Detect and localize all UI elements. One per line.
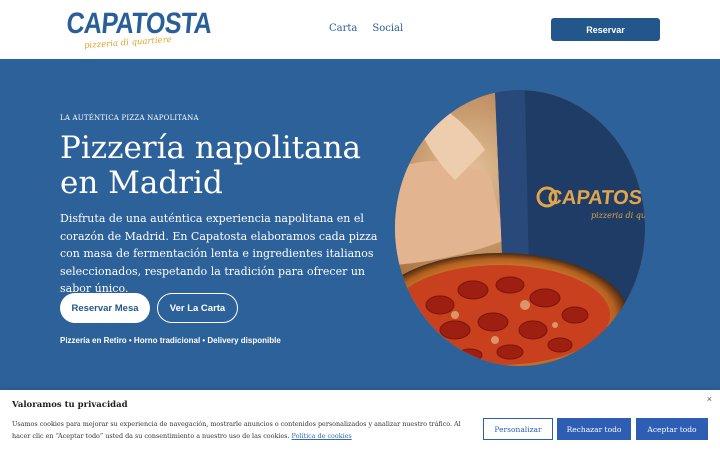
site-header: CAPATOSTA pizzeria di quartiere Carta So… [0, 0, 720, 59]
hero-features: Pizzería en Retiro • Horno tradicional •… [60, 336, 281, 345]
cookie-banner-title: Valoramos tu privacidad [12, 400, 128, 410]
hero-title: Pizzería napolitana en Madrid [60, 130, 362, 201]
reservar-button[interactable]: Reservar [551, 18, 660, 41]
hero-description: Disfruta de una auténtica experiencia na… [60, 212, 378, 295]
hero-section: LA AUTÉNTICA PIZZA NAPOLITANA Pizzería n… [0, 59, 720, 390]
main-nav: Carta Social [329, 23, 403, 34]
logo-wordmark: CAPATOSTA [65, 7, 214, 41]
pizza-photo-illustration: CAPATOSTA pizzeria di quartiere [395, 90, 645, 366]
apron-logo-subtext: pizzeria di quartiere [591, 211, 645, 220]
cookie-banner-body: Usamos cookies para mejorar su experienc… [12, 420, 461, 440]
personalizar-button[interactable]: Personalizar [483, 418, 553, 440]
nav-link-social[interactable]: Social [372, 23, 403, 34]
cookie-banner: Valoramos tu privacidad Usamos cookies p… [0, 390, 720, 450]
cookie-banner-text: Usamos cookies para mejorar su experienc… [12, 418, 474, 442]
nav-link-carta[interactable]: Carta [329, 23, 357, 34]
hero-eyebrow: LA AUTÉNTICA PIZZA NAPOLITANA [60, 114, 199, 122]
apron-logo-text: CAPATOSTA [546, 187, 645, 209]
cookie-policy-link[interactable]: Política de cookies [292, 432, 352, 440]
rechazar-todo-button[interactable]: Rechazar todo [557, 418, 631, 440]
capatosta-logo[interactable]: CAPATOSTA pizzeria di quartiere [65, 7, 213, 53]
close-icon[interactable]: × [707, 394, 712, 404]
reservar-mesa-button[interactable]: Reservar Mesa [60, 293, 150, 323]
ver-carta-button[interactable]: Ver La Carta [157, 293, 238, 323]
pizza-chef-photo: CAPATOSTA pizzeria di quartiere [395, 90, 645, 366]
aceptar-todo-button[interactable]: Aceptar todo [636, 418, 708, 440]
